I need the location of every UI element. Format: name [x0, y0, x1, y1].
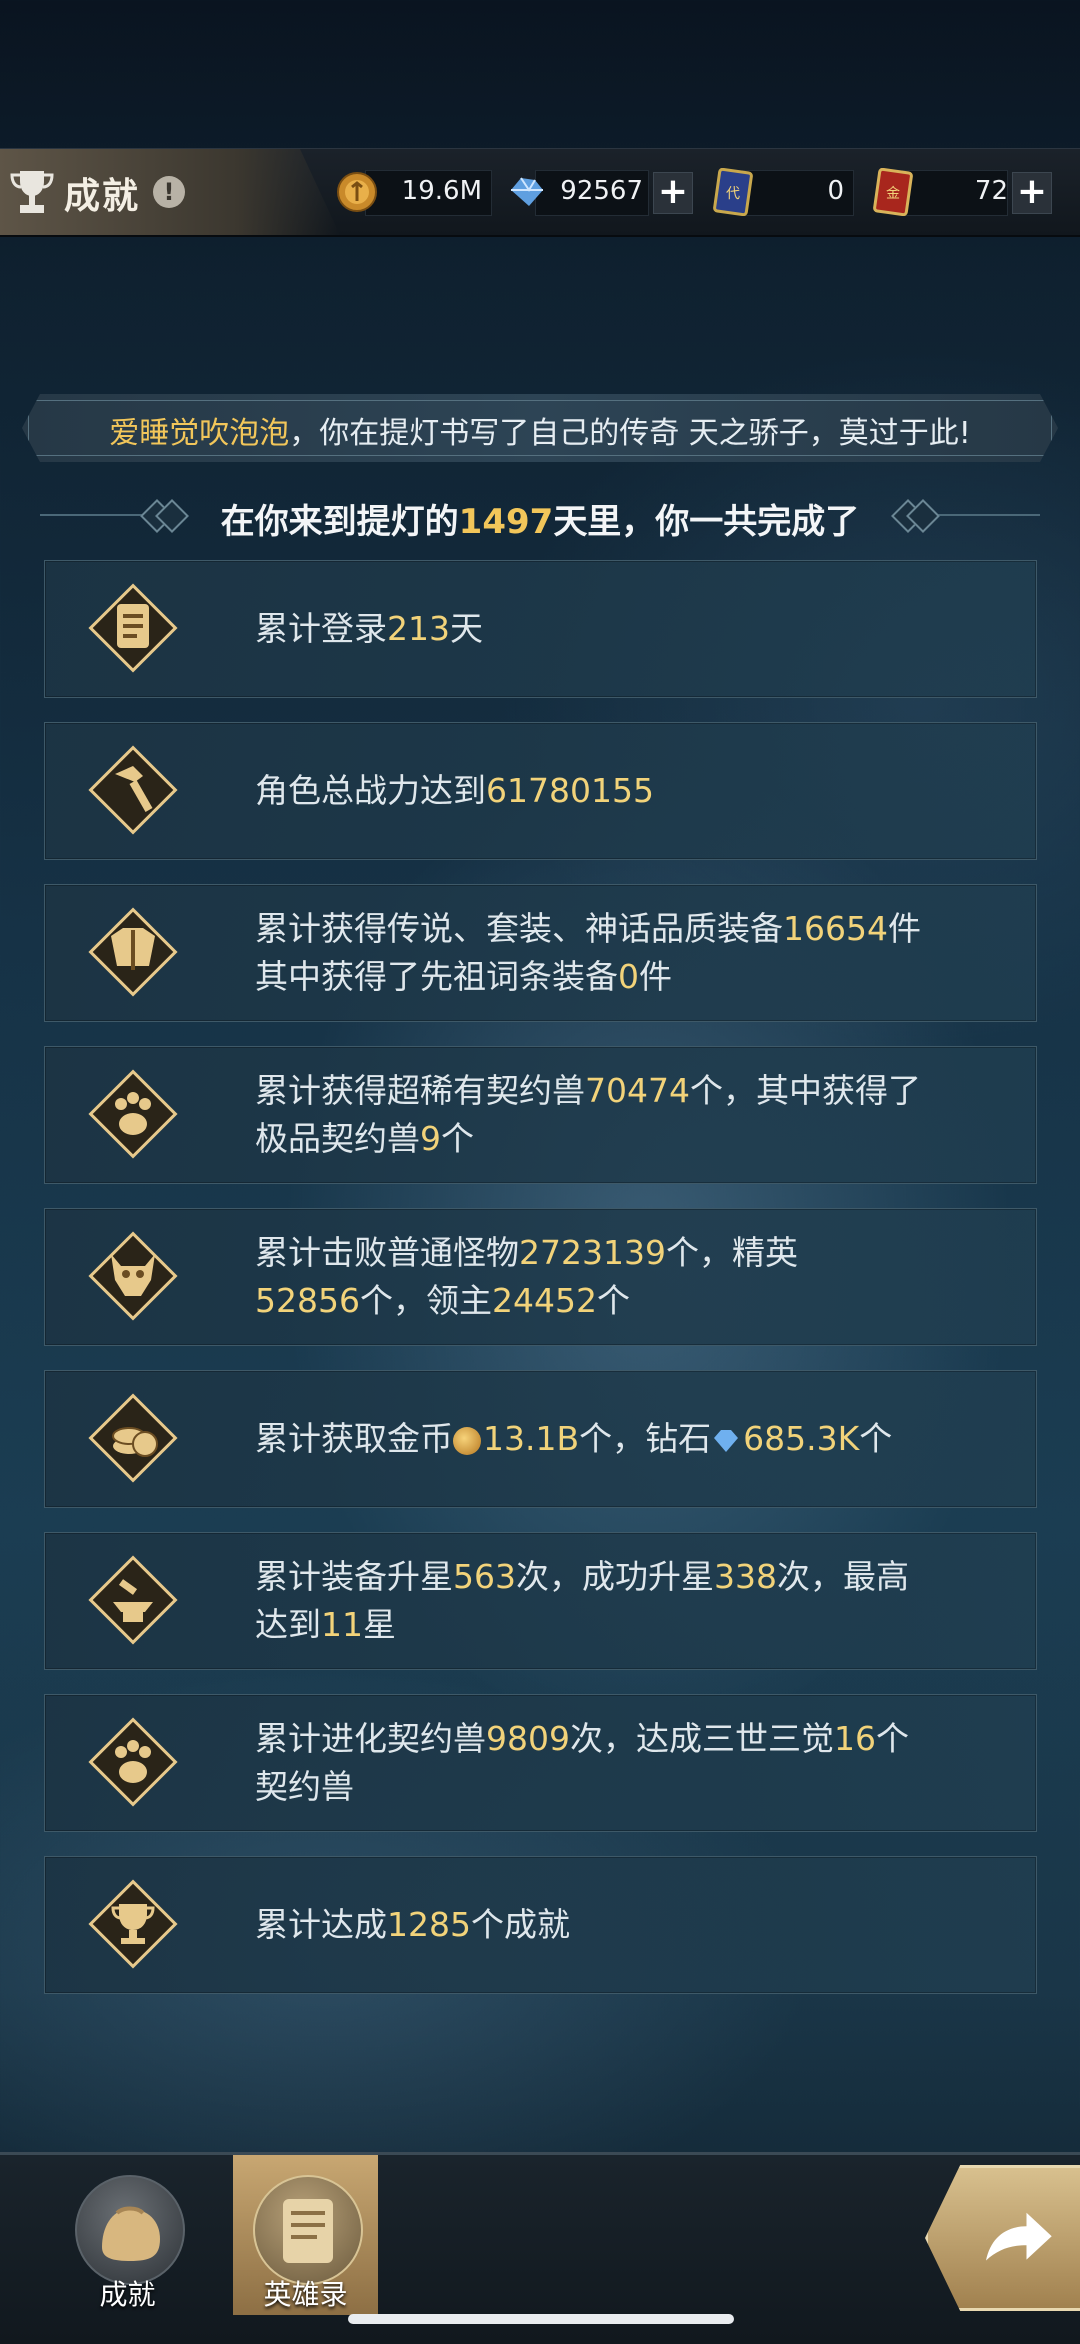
banner-message: ，你在提灯书写了自己的传奇 天之骄子，莫过于此! [289, 416, 971, 451]
summary-subtitle: 在你来到提灯的1497天里，你一共完成了 [0, 488, 1080, 542]
page-title: 成就 [64, 176, 141, 217]
paw-icon [88, 1069, 178, 1159]
trophy-icon [88, 1879, 178, 1969]
share-button[interactable] [925, 2165, 1080, 2311]
achievement-row: 累计装备升星563次，成功升星338次，最高 达到11星 [44, 1532, 1037, 1670]
svg-text:代: 代 [726, 186, 740, 202]
achievement-text: 累计击败普通怪物2723139个，精英 52856个，领主24452个 [255, 1233, 798, 1320]
anvil-icon [88, 1555, 178, 1645]
currency-gold: 19.6M [335, 170, 492, 216]
demon-mask-icon [88, 1231, 178, 1321]
trophy-icon [10, 171, 54, 213]
currency-token: 代 0 [712, 168, 854, 216]
achievement-text: 角色总战力达到61780155 [255, 771, 654, 810]
svg-text:金: 金 [886, 186, 900, 202]
coins-icon [88, 1393, 178, 1483]
gold-card-icon: 金 [873, 168, 913, 216]
currency-diamond: 92567 + [505, 170, 693, 216]
share-arrow-icon [986, 2212, 1052, 2261]
fist-icon [102, 2206, 160, 2261]
scroll-icon [88, 583, 178, 673]
gold-coin-icon [453, 1426, 481, 1455]
hammer-icon [88, 745, 178, 835]
achievement-row: 累计达成1285个成就 [44, 1856, 1037, 1994]
achievement-text: 累计登录213天 [255, 609, 483, 648]
achievement-text: 累计获得超稀有契约兽70474个，其中获得了 极品契约兽9个 [255, 1071, 921, 1158]
achievement-text: 累计获取金币 13.1B个，钻石 685.3K个 [255, 1419, 893, 1458]
legend-banner: 爱睡觉吹泡泡，你在提灯书写了自己的传奇 天之骄子，莫过于此! [22, 394, 1058, 462]
player-name: 爱睡觉吹泡泡 [109, 416, 290, 451]
home-indicator [348, 2314, 734, 2324]
armor-icon [88, 907, 178, 997]
scroll-tab-icon [283, 2199, 333, 2263]
gold-coin-icon [337, 172, 377, 212]
achievement-text: 累计达成1285个成就 [255, 1905, 570, 1944]
gold-card-value: 72 [974, 176, 1008, 206]
add-diamond-button[interactable]: + [653, 172, 693, 214]
paw-icon [88, 1717, 178, 1807]
token-value: 0 [827, 176, 844, 206]
title-block: 成就 ! [0, 149, 340, 235]
tab-achievements[interactable]: 成就 [55, 2155, 200, 2315]
info-icon[interactable]: ! [153, 176, 185, 208]
diamond-icon [511, 177, 543, 206]
achievement-row: 累计登录213天 [44, 560, 1037, 698]
achievement-text: 累计获得传说、套装、神话品质装备16654件 其中获得了先祖词条装备0件 [255, 909, 921, 996]
achievement-text: 累计进化契约兽9809次，达成三世三觉16个 契约兽 [255, 1719, 909, 1806]
currency-gold-card: 金 72 + [872, 168, 1052, 216]
tab-hero-record[interactable]: 英雄录 [233, 2155, 378, 2315]
achievement-row: 累计进化契约兽9809次，达成三世三觉16个 契约兽 [44, 1694, 1037, 1832]
achievement-row: 累计击败普通怪物2723139个，精英 52856个，领主24452个 [44, 1208, 1037, 1346]
days-count: 1497 [458, 502, 554, 542]
add-gold-card-button[interactable]: + [1012, 172, 1052, 214]
achievement-row: 角色总战力达到61780155 [44, 722, 1037, 860]
achievement-text: 累计装备升星563次，成功升星338次，最高 达到11星 [255, 1557, 909, 1644]
diamond-icon [714, 1429, 739, 1452]
diamond-value: 92567 [560, 176, 643, 206]
achievement-row: 累计获取金币 13.1B个，钻石 685.3K个 [44, 1370, 1037, 1508]
token-card-icon: 代 [713, 168, 753, 216]
achievement-row: 累计获得超稀有契约兽70474个，其中获得了 极品契约兽9个 [44, 1046, 1037, 1184]
gold-value: 19.6M [401, 176, 482, 206]
top-bar: 成就 ! 19.6M 92567 + 代 0 金 72 + [0, 148, 1080, 237]
achievement-row: 累计获得传说、套装、神话品质装备16654件 其中获得了先祖词条装备0件 [44, 884, 1037, 1022]
